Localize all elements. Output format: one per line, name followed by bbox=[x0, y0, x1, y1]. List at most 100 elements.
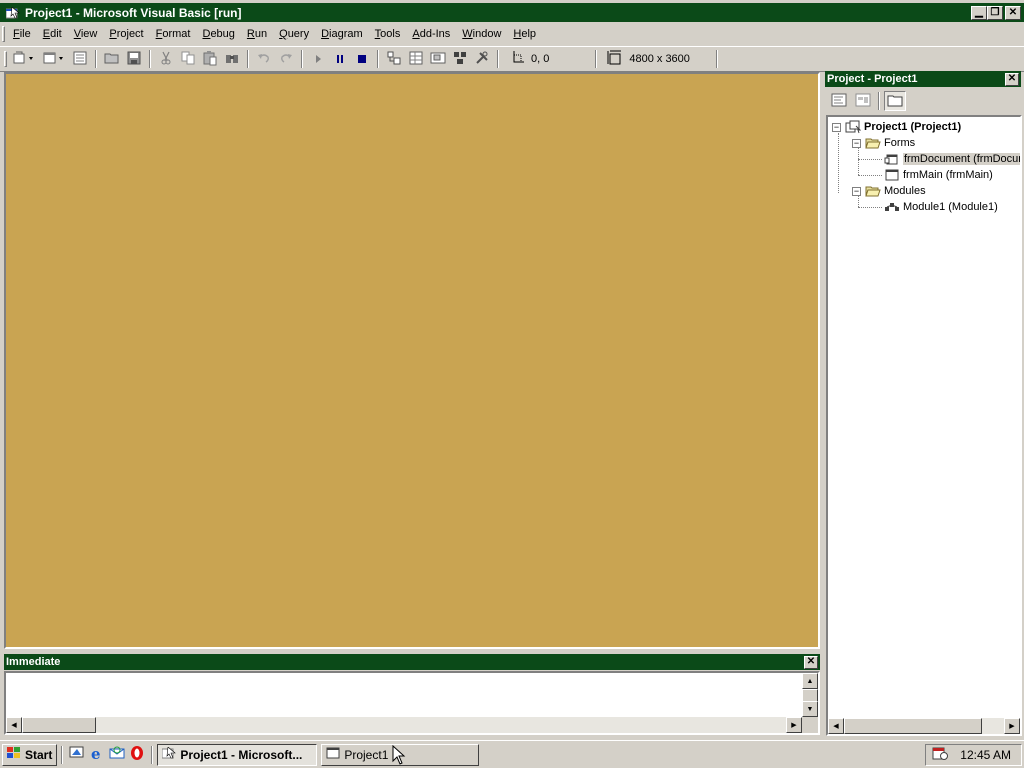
immediate-window-title-bar[interactable]: Immediate ✕ bbox=[4, 654, 820, 670]
menu-file[interactable]: File bbox=[7, 26, 37, 42]
tree-node-module1[interactable]: Module1 (Module1) bbox=[884, 199, 998, 215]
view-object-button[interactable] bbox=[852, 91, 874, 111]
menu-view[interactable]: View bbox=[68, 26, 104, 42]
tree-node-forms-folder[interactable]: − Forms bbox=[852, 135, 915, 151]
add-form-button[interactable] bbox=[39, 48, 69, 70]
toolbar-separator bbox=[715, 50, 718, 68]
arrow-cursor-icon bbox=[392, 744, 406, 768]
tree-node-frmdocument[interactable]: frmDocument (frmDocument) bbox=[884, 151, 1020, 167]
menubar-grip[interactable] bbox=[2, 26, 5, 42]
tree-node-modules-folder[interactable]: − Modules bbox=[852, 183, 926, 199]
menu-editor-icon bbox=[72, 50, 88, 69]
immediate-window-editor[interactable]: ▲ ▼ ◀ ▶ bbox=[4, 671, 820, 735]
toggle-folders-button[interactable] bbox=[884, 91, 906, 111]
toolbar-separator bbox=[149, 50, 151, 68]
project-explorer-title-bar[interactable]: Project - Project1 ✕ bbox=[825, 71, 1021, 87]
window-title: Project1 - Microsoft Visual Basic [run] bbox=[25, 5, 242, 20]
scroll-right-button[interactable]: ▶ bbox=[786, 717, 802, 733]
menu-editor-button[interactable] bbox=[69, 48, 91, 70]
project-explorer-close-button[interactable]: ✕ bbox=[1005, 72, 1019, 86]
maximize-button[interactable]: ❐ bbox=[987, 5, 1003, 20]
module-icon bbox=[884, 200, 900, 214]
start-button[interactable] bbox=[307, 48, 329, 70]
minimize-button[interactable]: ▁ bbox=[971, 5, 987, 20]
immediate-close-button[interactable]: ✕ bbox=[804, 655, 818, 669]
open-project-button[interactable] bbox=[101, 48, 123, 70]
internet-explorer-button[interactable]: e bbox=[87, 745, 107, 765]
add-form-icon bbox=[43, 50, 65, 69]
collapse-icon[interactable]: − bbox=[832, 122, 841, 132]
outlook-express-button[interactable] bbox=[107, 745, 127, 765]
menu-tools[interactable]: Tools bbox=[369, 26, 407, 42]
start-menu-button[interactable]: Start bbox=[2, 743, 58, 766]
tree-connector bbox=[858, 175, 882, 176]
menu-format[interactable]: Format bbox=[150, 26, 197, 42]
size-value: 4800 x 3600 bbox=[629, 53, 690, 65]
menu-query[interactable]: Query bbox=[273, 26, 315, 42]
menu-edit[interactable]: Edit bbox=[37, 26, 68, 42]
visual-basic-app-icon[interactable] bbox=[5, 5, 21, 21]
cut-button[interactable] bbox=[155, 48, 177, 70]
window-title-bar[interactable]: Project1 - Microsoft Visual Basic [run] … bbox=[0, 3, 1024, 22]
menu-add-ins[interactable]: Add-Ins bbox=[406, 26, 456, 42]
module1-label: Module1 (Module1) bbox=[903, 201, 998, 213]
form-layout-button[interactable] bbox=[427, 48, 449, 70]
toolbar-separator bbox=[377, 50, 379, 68]
close-icon: ✕ bbox=[1007, 73, 1017, 84]
scroll-right-button[interactable]: ▶ bbox=[1004, 718, 1020, 734]
close-icon: ✕ bbox=[1008, 7, 1018, 18]
scroll-left-button[interactable]: ◀ bbox=[828, 718, 844, 734]
scroll-up-button[interactable]: ▲ bbox=[802, 673, 818, 689]
object-browser-button[interactable] bbox=[449, 48, 471, 70]
scheduler-icon[interactable] bbox=[932, 745, 949, 764]
scroll-left-button[interactable]: ◀ bbox=[6, 717, 22, 733]
add-project-button[interactable] bbox=[9, 48, 39, 70]
end-button[interactable] bbox=[351, 48, 373, 70]
paste-button[interactable] bbox=[199, 48, 221, 70]
tree-node-project[interactable]: − Project1 (Project1) bbox=[832, 119, 961, 135]
scroll-down-button[interactable]: ▼ bbox=[802, 701, 818, 717]
stop-icon bbox=[354, 50, 370, 69]
taskbar-project1-label: Project1 bbox=[344, 747, 389, 762]
running-form-canvas[interactable] bbox=[4, 72, 820, 649]
tree-node-frmmain[interactable]: frmMain (frmMain) bbox=[884, 167, 993, 183]
menu-window[interactable]: Window bbox=[456, 26, 507, 42]
properties-window-button[interactable] bbox=[405, 48, 427, 70]
toolbox-button[interactable] bbox=[471, 48, 493, 70]
view-code-button[interactable] bbox=[828, 91, 850, 111]
taskbar-vb-ide-button[interactable]: Project1 - Microsoft... bbox=[157, 743, 318, 766]
menu-help[interactable]: Help bbox=[507, 26, 542, 42]
immediate-window-title: Immediate bbox=[6, 656, 61, 668]
find-button[interactable] bbox=[221, 48, 243, 70]
project-tree-horizontal-scrollbar[interactable]: ◀ ▶ bbox=[828, 718, 1020, 734]
break-button[interactable] bbox=[329, 48, 351, 70]
toolbar-grip[interactable] bbox=[4, 51, 7, 67]
menu-project[interactable]: Project bbox=[103, 26, 149, 42]
position-value: 0, 0 bbox=[531, 53, 550, 65]
opera-button[interactable] bbox=[127, 745, 147, 765]
collapse-icon[interactable]: − bbox=[852, 186, 861, 196]
immediate-vertical-scrollbar[interactable]: ▲ ▼ bbox=[802, 673, 818, 717]
scroll-thumb[interactable] bbox=[844, 718, 982, 734]
menu-debug[interactable]: Debug bbox=[196, 26, 240, 42]
undo-button[interactable] bbox=[253, 48, 275, 70]
arrow-left-icon: ◀ bbox=[11, 722, 17, 729]
menu-diagram[interactable]: Diagram bbox=[315, 26, 369, 42]
clock[interactable]: 12:45 AM bbox=[960, 748, 1011, 762]
forms-folder-label: Forms bbox=[884, 137, 916, 149]
menu-run[interactable]: Run bbox=[241, 26, 273, 42]
save-disk-icon bbox=[126, 50, 142, 69]
show-desktop-button[interactable] bbox=[67, 745, 87, 765]
collapse-icon[interactable]: − bbox=[852, 138, 861, 148]
scroll-thumb[interactable] bbox=[22, 717, 96, 733]
project-explorer-tree[interactable]: − Project1 (Project1) − Forms frmDocumen… bbox=[826, 115, 1022, 736]
immediate-horizontal-scrollbar[interactable]: ◀ ▶ bbox=[6, 717, 802, 733]
project-explorer-button[interactable] bbox=[383, 48, 405, 70]
open-folder-icon bbox=[865, 136, 881, 150]
copy-button[interactable] bbox=[177, 48, 199, 70]
position-icon bbox=[509, 50, 525, 69]
close-button[interactable]: ✕ bbox=[1005, 5, 1021, 20]
redo-button[interactable] bbox=[275, 48, 297, 70]
save-project-button[interactable] bbox=[123, 48, 145, 70]
start-label: Start bbox=[25, 747, 53, 762]
